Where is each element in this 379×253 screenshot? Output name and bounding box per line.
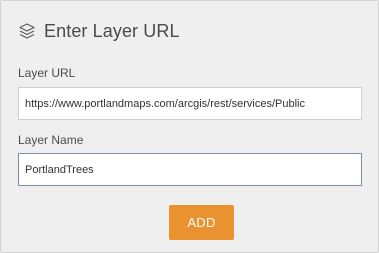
panel-header: Enter Layer URL <box>18 19 180 43</box>
layer-name-label: Layer Name <box>18 133 84 147</box>
panel-title: Enter Layer URL <box>44 20 180 41</box>
layer-url-input[interactable] <box>18 87 362 120</box>
layers-icon <box>18 22 36 40</box>
add-button[interactable]: ADD <box>169 205 234 240</box>
layer-name-input[interactable] <box>18 153 362 186</box>
add-layer-panel: Enter Layer URL Layer URL Layer Name ADD <box>0 0 379 253</box>
layer-url-label: Layer URL <box>18 66 76 80</box>
